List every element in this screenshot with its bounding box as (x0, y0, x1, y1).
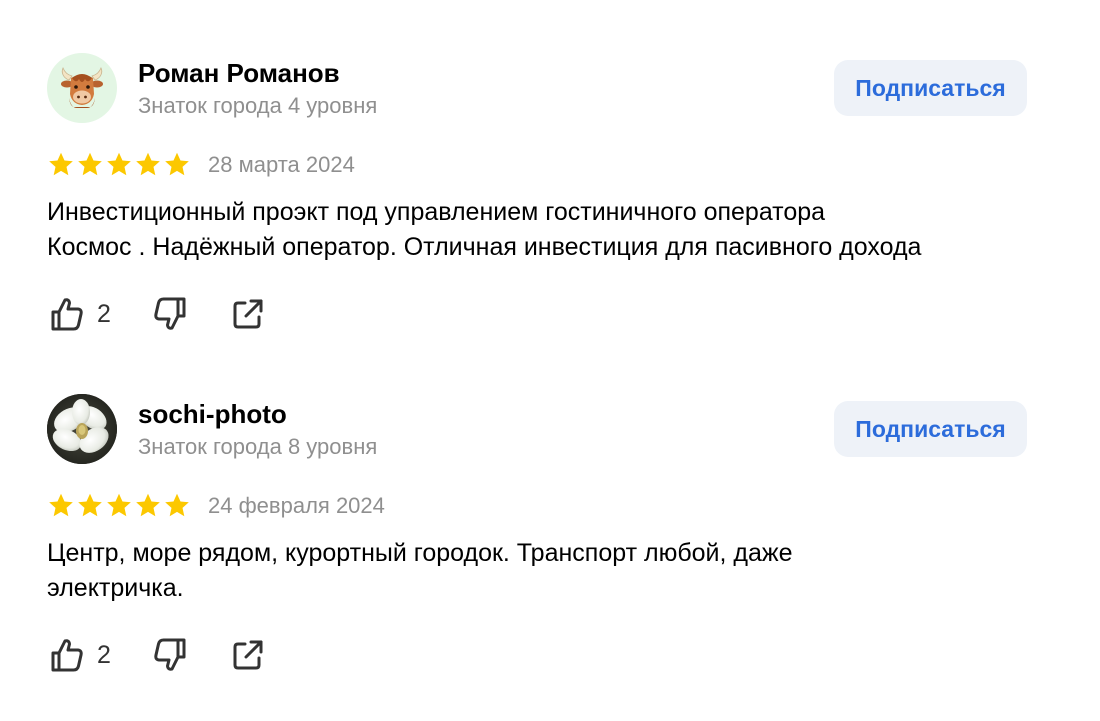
subscribe-button[interactable]: Подписаться (834, 60, 1027, 116)
like-button[interactable]: 2 (47, 635, 111, 675)
author-level: Знаток города 4 уровня (138, 93, 378, 118)
share-button[interactable] (228, 635, 268, 675)
author-name[interactable]: Роман Романов (138, 58, 340, 88)
like-button[interactable]: 2 (47, 294, 111, 334)
star-icon (49, 152, 73, 176)
share-icon (233, 640, 263, 670)
thumbs-up-icon (51, 298, 83, 331)
author-name[interactable]: sochi-photo (138, 399, 287, 429)
review-date: 24 февраля 2024 (208, 493, 385, 518)
star-icon (78, 493, 102, 517)
thumbs-down-icon (154, 638, 186, 671)
share-button[interactable] (228, 294, 268, 334)
review-text: Инвестиционный проэкт под управлением го… (47, 198, 922, 261)
author-avatar[interactable] (47, 394, 117, 464)
author-avatar[interactable] (47, 53, 117, 123)
review-card: sochi-photo Знаток города 8 уровня Подпи… (0, 341, 1100, 672)
share-icon (233, 299, 263, 329)
yak-emoji-icon (61, 67, 103, 108)
review-text: Центр, море рядом, курортный городок. Тр… (47, 539, 793, 602)
star-icon (165, 493, 189, 517)
star-icon (165, 152, 189, 176)
magnolia-photo (47, 394, 117, 464)
star-icon (49, 493, 73, 517)
review-date: 28 марта 2024 (208, 152, 355, 177)
like-count: 2 (97, 641, 111, 669)
star-icon (78, 152, 102, 176)
star-icon (136, 152, 160, 176)
rating-stars (47, 492, 191, 519)
like-count: 2 (97, 300, 111, 328)
thumbs-up-icon (51, 639, 83, 672)
rating-stars (47, 151, 191, 178)
star-icon (107, 152, 131, 176)
dislike-button[interactable] (150, 294, 190, 334)
star-icon (107, 493, 131, 517)
dislike-button[interactable] (150, 635, 190, 675)
subscribe-button[interactable]: Подписаться (834, 401, 1027, 457)
review-card: Роман Романов Знаток города 4 уровня Под… (0, 0, 1100, 331)
thumbs-down-icon (154, 297, 186, 330)
star-icon (136, 493, 160, 517)
author-level: Знаток города 8 уровня (138, 434, 378, 459)
